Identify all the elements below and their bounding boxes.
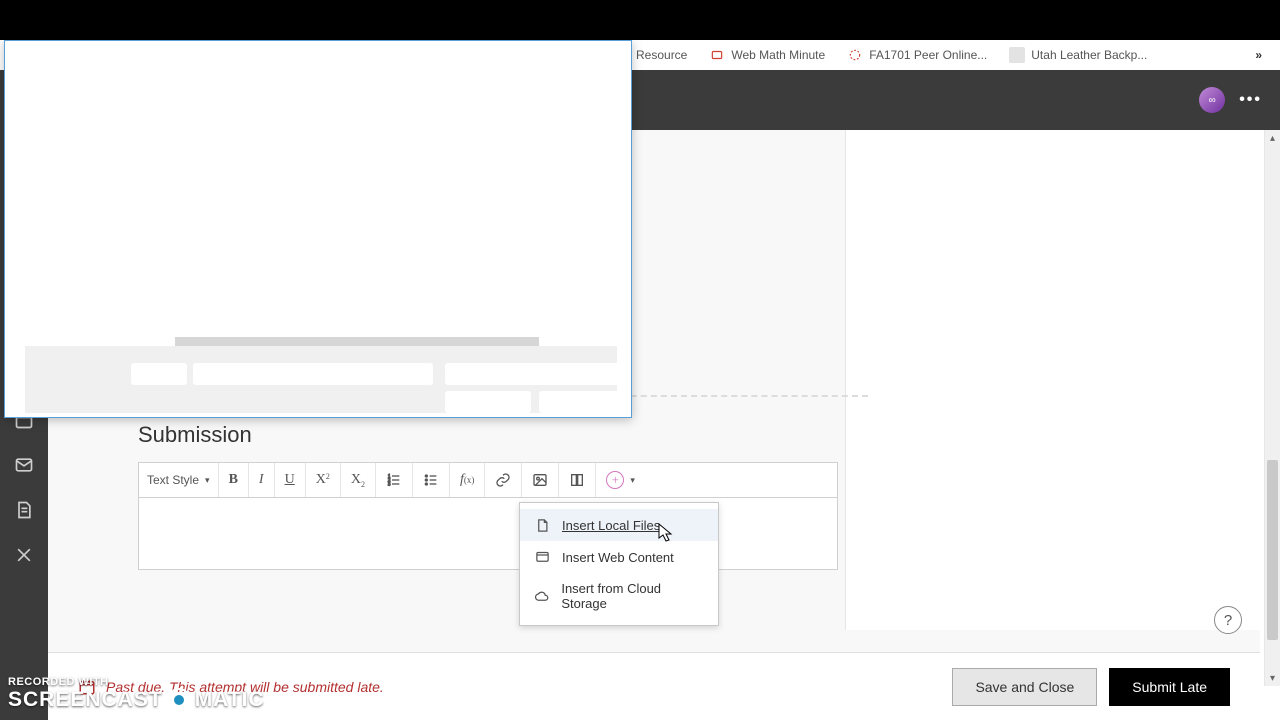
folder-icon xyxy=(709,47,725,63)
ring-icon xyxy=(847,47,863,63)
submit-late-button[interactable]: Submit Late xyxy=(1109,668,1230,706)
insert-web-content[interactable]: Insert Web Content xyxy=(520,541,718,573)
bookmark-label: FA1701 Peer Online... xyxy=(869,48,987,62)
screencast-watermark: RECORDED WITH SCREENCAST MATIC xyxy=(8,676,265,712)
bold-button[interactable]: B xyxy=(219,463,249,497)
equation-button[interactable]: f(x) xyxy=(450,463,485,497)
dialog-placeholder xyxy=(445,363,621,385)
page-icon xyxy=(1009,47,1025,63)
mail-icon[interactable] xyxy=(14,455,34,480)
scroll-thumb[interactable] xyxy=(1267,460,1278,640)
ordered-list-button[interactable]: 123 xyxy=(376,463,413,497)
watermark-recorded: RECORDED WITH xyxy=(8,676,265,688)
svg-text:3: 3 xyxy=(388,482,391,487)
file-icon xyxy=(534,517,550,533)
help-button[interactable]: ? xyxy=(1214,606,1242,634)
dd-label: Insert Web Content xyxy=(562,550,674,565)
underline-button[interactable]: U xyxy=(275,463,306,497)
dialog-placeholder xyxy=(539,391,621,413)
bookmark-web-math[interactable]: Web Math Minute xyxy=(709,47,825,63)
caret-down-icon: ▾ xyxy=(205,475,210,486)
bookmark-utah[interactable]: Utah Leather Backp... xyxy=(1009,47,1147,63)
bookmark-label: Resource xyxy=(636,48,687,62)
superscript-button[interactable]: X2 xyxy=(306,463,341,497)
dd-label: Insert Local Files xyxy=(562,518,660,533)
dd-label: Insert from Cloud Storage xyxy=(561,581,704,611)
image-button[interactable] xyxy=(522,463,559,497)
document-icon[interactable] xyxy=(14,500,34,525)
more-tools-button[interactable]: + ▾ xyxy=(596,463,645,497)
insert-cloud-storage[interactable]: Insert from Cloud Storage xyxy=(520,573,718,619)
text-style-label: Text Style xyxy=(147,473,199,487)
plus-circle-icon: + xyxy=(606,471,624,489)
tools-icon[interactable] xyxy=(14,545,34,570)
watermark-brand-b: MATIC xyxy=(195,688,265,712)
text-style-dropdown[interactable]: Text Style ▾ xyxy=(139,463,219,497)
watermark-dot-icon xyxy=(167,688,191,712)
dialog-placeholder xyxy=(445,391,531,413)
insert-stuff-button[interactable] xyxy=(559,463,596,497)
cloud-icon xyxy=(534,588,549,604)
section-title: Submission xyxy=(138,422,252,448)
editor-toolbar: Text Style ▾ B I U X2 X2 123 f(x) xyxy=(138,462,838,498)
caret-down-icon: ▾ xyxy=(630,475,635,486)
subscript-button[interactable]: X2 xyxy=(341,463,376,497)
link-button[interactable] xyxy=(485,463,522,497)
insert-local-files[interactable]: Insert Local Files xyxy=(520,509,718,541)
dialog-placeholder xyxy=(131,363,187,385)
italic-button[interactable]: I xyxy=(249,463,275,497)
save-and-close-button[interactable]: Save and Close xyxy=(952,668,1097,706)
insert-dropdown: Insert Local Files Insert Web Content In… xyxy=(519,502,719,626)
bookmarks-more[interactable]: » xyxy=(1255,48,1264,62)
bookmark-label: Utah Leather Backp... xyxy=(1031,48,1147,62)
header-more-icon[interactable]: ••• xyxy=(1239,91,1262,109)
vertical-scrollbar[interactable]: ▴ ▾ xyxy=(1264,130,1280,686)
unordered-list-button[interactable] xyxy=(413,463,450,497)
bookmark-label: Web Math Minute xyxy=(731,48,825,62)
side-panel xyxy=(845,130,1260,630)
watermark-brand-a: SCREENCAST xyxy=(8,688,163,712)
dialog-placeholder xyxy=(193,363,433,385)
scroll-up-icon[interactable]: ▴ xyxy=(1265,130,1280,146)
file-dialog[interactable] xyxy=(4,40,632,418)
editor-textarea[interactable] xyxy=(138,498,838,570)
bookmark-resource[interactable]: Resource xyxy=(636,48,687,62)
web-icon xyxy=(534,549,550,565)
scroll-down-icon[interactable]: ▾ xyxy=(1265,670,1280,686)
bookmark-peer[interactable]: FA1701 Peer Online... xyxy=(847,47,987,63)
avatar[interactable]: ∞ xyxy=(1199,87,1225,113)
